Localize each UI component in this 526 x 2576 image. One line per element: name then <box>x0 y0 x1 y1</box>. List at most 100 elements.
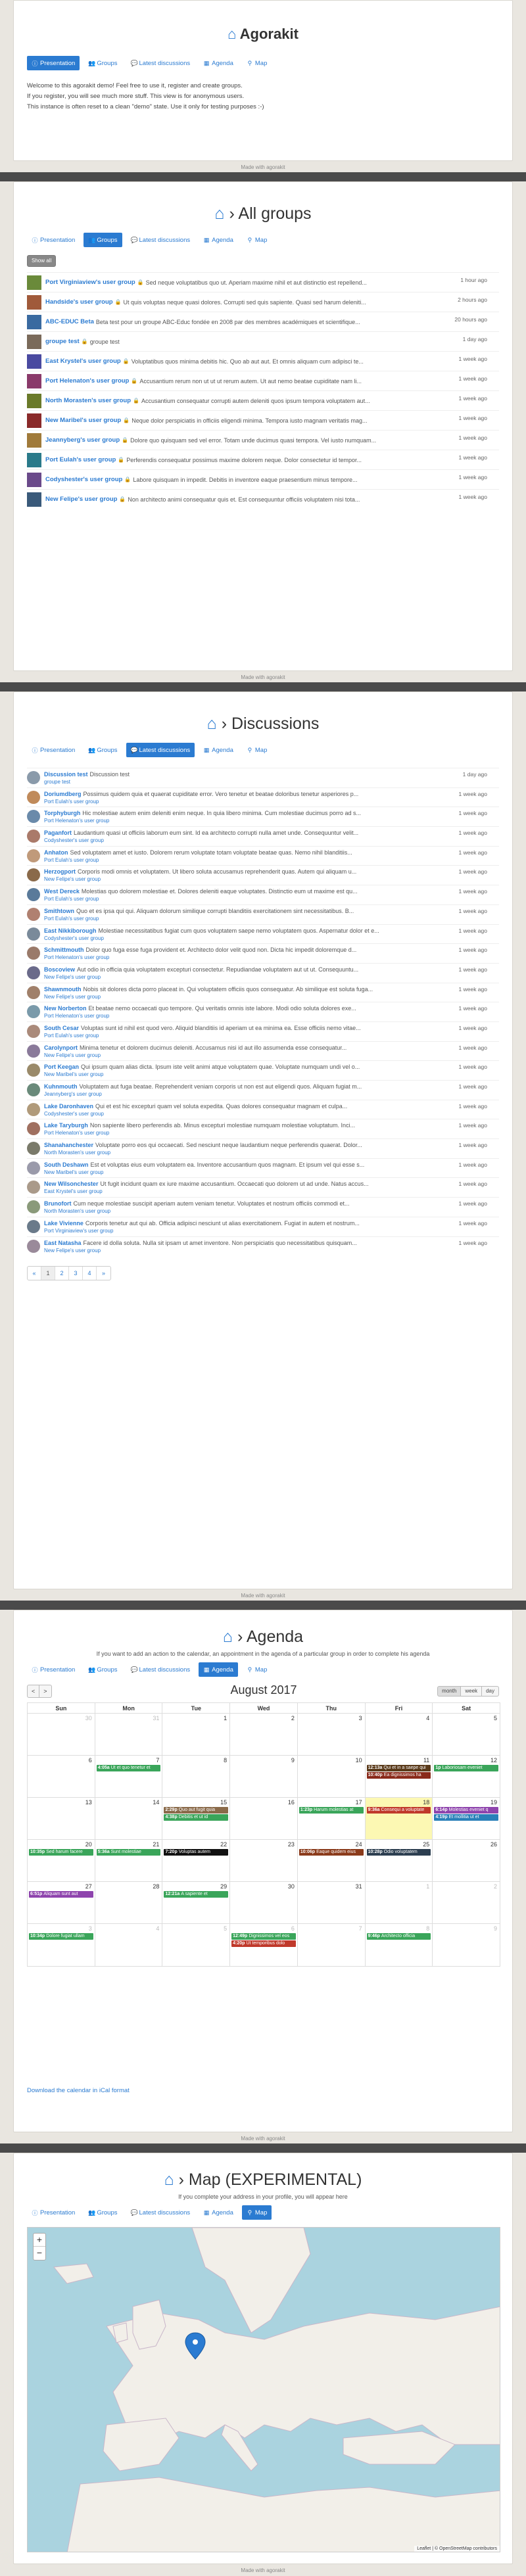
calendar-event[interactable]: 4:38p Debitis et ut id <box>164 1814 229 1821</box>
discussion-row[interactable]: Anhaton Sed voluptatem amet et iusto. Dol… <box>27 845 499 866</box>
tab-map[interactable]: ⚲ Map <box>242 233 272 247</box>
calendar-day[interactable]: 3 10:34p Dolore fugiat ullam <box>28 1924 95 1966</box>
tab-groups[interactable]: 👥 Groups <box>84 743 122 757</box>
discussion-group-link[interactable]: Codyshester's user group <box>44 837 419 843</box>
discussion-group-link[interactable]: Port Eulah's user group <box>44 857 419 863</box>
map-canvas[interactable]: + − Leaflet | © OpenStreetMap contributo… <box>27 2227 500 2552</box>
discussion-group-link[interactable]: New Felipe's user group <box>44 876 419 882</box>
discussion-row[interactable]: Torphyburgh Hic molestiae autem enim dele… <box>27 807 499 826</box>
discussion-title[interactable]: Carolynport <box>44 1044 78 1051</box>
group-name[interactable]: Codyshester's user group <box>45 476 122 483</box>
calendar-day[interactable]: 26 <box>433 1840 500 1881</box>
group-row[interactable]: groupe test 🔒 groupe test 1 day ago <box>27 331 499 351</box>
discussion-title[interactable]: East Nikkiborough <box>44 927 97 934</box>
discussion-row[interactable]: Paganfort Laudantium quasi ut officiis la… <box>27 826 499 846</box>
calendar-day[interactable]: 5 <box>433 1714 500 1755</box>
discussion-title[interactable]: Boscoview <box>44 966 75 973</box>
page-link[interactable]: » <box>97 1267 110 1280</box>
calendar-day[interactable]: 28 <box>95 1882 163 1923</box>
calendar-day[interactable]: 14 <box>95 1798 163 1839</box>
discussion-title[interactable]: West Dereck <box>44 888 80 895</box>
discussion-title[interactable]: Torphyburgh <box>44 810 80 816</box>
discussion-row[interactable]: Schmittmouth Dolor quo fuga esse fuga pro… <box>27 943 499 963</box>
calendar-event[interactable]: 10:34p Dolore fugiat ullam <box>29 1933 93 1940</box>
group-name[interactable]: New Felipe's user group <box>45 496 117 503</box>
tab-latest-discussions[interactable]: 💬 Latest discussions <box>126 233 195 247</box>
group-name[interactable]: Port Virginiaview's user group <box>45 279 135 286</box>
discussion-group-link[interactable]: Jeannyberg's user group <box>44 1091 419 1097</box>
tab-agenda[interactable]: ▦ Agenda <box>199 56 238 70</box>
calendar-event[interactable]: 6:14p Molestias eveniet q <box>434 1807 499 1814</box>
discussion-group-link[interactable]: Port Virginiaview's user group <box>44 1228 419 1234</box>
discussion-group-link[interactable]: Codyshester's user group <box>44 1111 419 1117</box>
calendar-day[interactable]: 29 12:21a A sapiente et <box>162 1882 231 1923</box>
calendar-day[interactable]: 2 <box>230 1714 298 1755</box>
discussion-title[interactable]: Port Keegan <box>44 1064 79 1070</box>
tab-presentation[interactable]: ⓘ Presentation <box>27 743 80 757</box>
view-week-button[interactable]: week <box>461 1686 483 1697</box>
calendar-day[interactable]: 8 9:46p Architecto officia <box>366 1924 433 1966</box>
zoom-out-button[interactable]: − <box>34 2247 45 2260</box>
calendar-day[interactable]: 22 7:20p Voluptas autem <box>162 1840 231 1881</box>
calendar-event[interactable]: 9:46p Architecto officia <box>366 1933 431 1940</box>
discussion-group-link[interactable]: New Felipe's user group <box>44 974 419 980</box>
group-row[interactable]: Port Virginiaview's user group 🔒 Sed neque… <box>27 272 499 292</box>
discussion-group-link[interactable]: Port Eulah's user group <box>44 896 419 902</box>
calendar-day[interactable]: 18 9:36a Consequi a voluptate <box>365 1798 433 1839</box>
discussion-title[interactable]: Kuhnmouth <box>44 1083 77 1090</box>
group-name[interactable]: ABC-EDUC Beta <box>45 318 94 325</box>
discussion-group-link[interactable]: New Felipe's user group <box>44 1052 419 1058</box>
group-row[interactable]: East Krystel's user group 🔒 Voluptatibus q… <box>27 351 499 371</box>
calendar-day[interactable]: 2 <box>433 1882 500 1923</box>
calendar-event[interactable]: 5:36a Sunt molestiae <box>96 1849 161 1856</box>
discussion-row[interactable]: Port Keegan Qui ipsum quam alias dicta. I… <box>27 1060 499 1080</box>
group-row[interactable]: Port Helenaton's user group 🔒 Accusantium … <box>27 371 499 390</box>
calendar-day[interactable]: 3 <box>298 1714 366 1755</box>
calendar-day[interactable]: 7 <box>298 1924 366 1966</box>
discussion-row[interactable]: Herzogport Corporis modi omnis et volupta… <box>27 865 499 885</box>
discussion-title[interactable]: Lake Daronhaven <box>44 1103 93 1110</box>
discussion-row[interactable]: New Norberton Et beatae nemo occaecati qu… <box>27 1002 499 1021</box>
tab-groups[interactable]: 👥 Groups <box>84 1662 122 1677</box>
group-name[interactable]: East Krystel's user group <box>45 358 121 365</box>
calendar-event[interactable]: 1p Laboriosam eveniet <box>434 1765 499 1771</box>
discussion-row[interactable]: Lake Daronhaven Qui et est hic excepturi … <box>27 1099 499 1119</box>
discussion-row[interactable]: Brunofort Cum neque molestiae suscipit ap… <box>27 1197 499 1217</box>
group-row[interactable]: Handside's user group 🔒 Ut quis voluptas n… <box>27 292 499 312</box>
group-name[interactable]: groupe test <box>45 338 80 345</box>
discussion-group-link[interactable]: Port Helenaton's user group <box>44 954 419 960</box>
discussion-row[interactable]: South Deshawn Est et voluptas eius eum vo… <box>27 1158 499 1178</box>
calendar-day[interactable]: 20 10:35p Sed harum facere <box>28 1840 95 1881</box>
tab-latest-discussions[interactable]: 💬 Latest discussions <box>126 743 195 757</box>
discussion-title[interactable]: New Wilsonchester <box>44 1181 98 1187</box>
discussion-group-link[interactable]: Codyshester's user group <box>44 935 419 941</box>
tab-latest-discussions[interactable]: 💬 Latest discussions <box>126 2205 195 2220</box>
discussion-row[interactable]: Doriumdberg Possimus quidem quia et quaer… <box>27 787 499 807</box>
calendar-event[interactable]: 10:06p Eaque quidem eius <box>299 1849 364 1856</box>
calendar-day[interactable]: 24 10:06p Eaque quidem eius <box>298 1840 366 1881</box>
calendar-day[interactable]: 11 12:13a Qui et in a saepe qui 10:40p Ea di… <box>366 1756 433 1797</box>
calendar-event[interactable]: 10:40p Ea dignissimos ha <box>366 1772 431 1779</box>
discussion-title[interactable]: Herzogport <box>44 868 76 875</box>
calendar-event[interactable]: 12:49p Dignissimos vel eos <box>231 1933 296 1940</box>
discussion-group-link[interactable]: Port Helenaton's user group <box>44 1013 419 1019</box>
calendar-day[interactable]: 23 <box>230 1840 298 1881</box>
calendar-day[interactable]: 7 4:05a Ut et quo tenetur et <box>95 1756 163 1797</box>
calendar-event[interactable]: 4:05a Ut et quo tenetur et <box>96 1765 161 1771</box>
tab-map[interactable]: ⚲ Map <box>242 743 272 757</box>
tab-agenda[interactable]: ▦ Agenda <box>199 743 238 757</box>
group-row[interactable]: Codyshester's user group 🔒 Labore quisquam… <box>27 469 499 489</box>
tab-map[interactable]: ⚲ Map <box>241 2205 272 2220</box>
discussion-title[interactable]: South Cesar <box>44 1025 79 1031</box>
calendar-day[interactable]: 25 10:28p Odio voluptatem <box>366 1840 433 1881</box>
page-link[interactable]: 3 <box>69 1267 83 1280</box>
calendar-event[interactable]: 4:20p Ut temporibus dolo <box>231 1940 296 1947</box>
discussion-row[interactable]: Lake Vivienne Corporis tenetur aut qui ab… <box>27 1216 499 1236</box>
discussion-title[interactable]: Doriumdberg <box>44 791 82 797</box>
discussion-row[interactable]: South Cesar Voluptas sunt id nihil est qu… <box>27 1021 499 1041</box>
discussion-group-link[interactable]: Port Helenaton's user group <box>44 818 419 824</box>
home-icon[interactable]: ⌂ <box>207 714 217 733</box>
discussion-row[interactable]: West Dereck Molestias quo dolorem molesti… <box>27 885 499 904</box>
discussion-row[interactable]: Boscoview Aut odio in officia quia volupt… <box>27 962 499 983</box>
group-name[interactable]: Port Helenaton's user group <box>45 377 129 385</box>
